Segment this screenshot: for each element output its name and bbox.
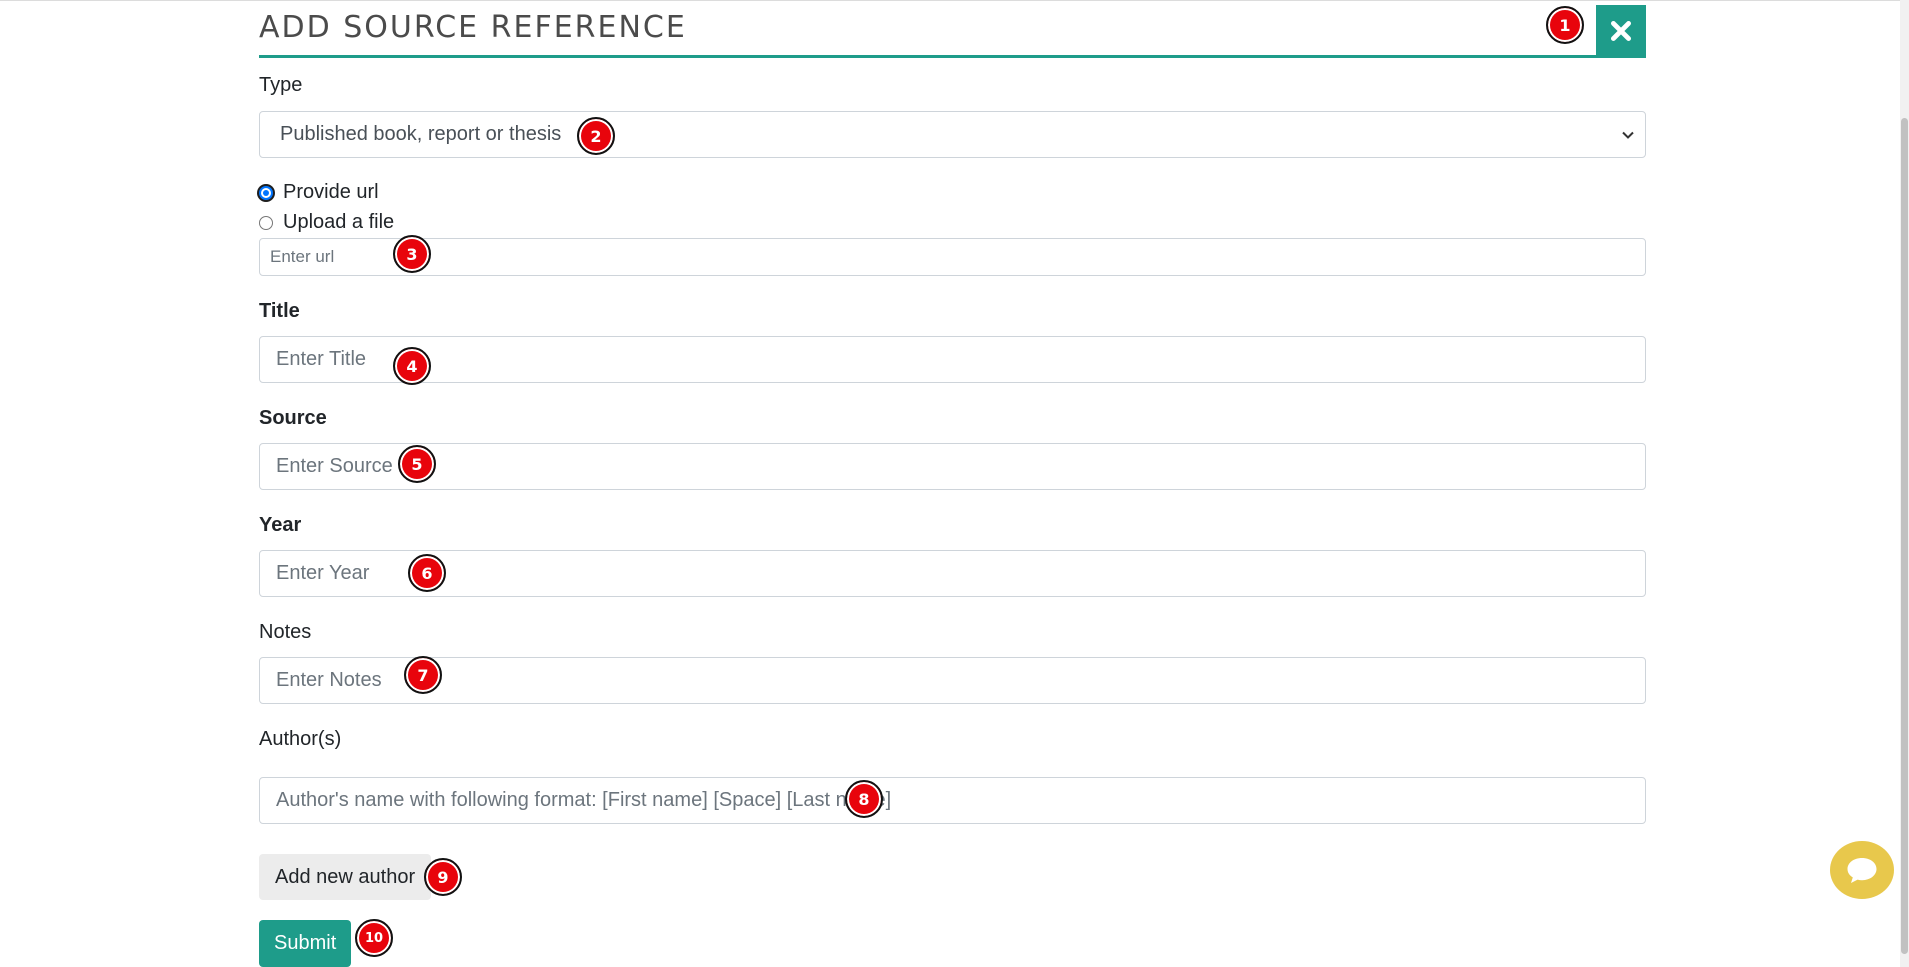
radio-upload-file[interactable]: Upload a file [259,211,394,234]
radio-upload-file-label: Upload a file [283,211,395,233]
type-label: Type [259,74,303,96]
annotation-badge: 7 [404,656,442,694]
radio-provide-url[interactable]: Provide url [259,181,379,204]
year-input[interactable] [259,550,1646,597]
source-label: Source [259,407,327,429]
author-name-input[interactable] [259,777,1646,824]
annotation-badge: 3 [393,235,431,273]
annotation-badge: 10 [355,919,393,957]
radio-button[interactable] [259,215,273,230]
chat-button[interactable] [1830,841,1894,899]
annotation-badge: 4 [393,347,431,385]
annotation-badge: 2 [577,117,615,155]
radio-button-checked[interactable] [259,185,273,200]
type-select[interactable]: Published book, report or thesis [259,111,1646,158]
add-new-author-button[interactable]: Add new author [259,854,432,900]
annotation-badge: 8 [845,780,883,818]
authors-label: Author(s) [259,728,342,750]
modal-header: ADD SOURCE REFERENCE [259,0,1646,58]
close-button[interactable] [1596,5,1646,57]
notes-label: Notes [259,621,312,643]
annotation-badge: 1 [1546,6,1584,44]
chat-bubble-icon [1847,858,1877,883]
source-input[interactable] [259,443,1646,490]
annotation-badge: 9 [424,858,462,896]
title-label: Title [259,300,300,322]
add-source-reference-modal: ADD SOURCE REFERENCE Type Published book… [259,0,1646,967]
annotation-badge: 5 [398,445,436,483]
close-icon [1610,20,1632,42]
type-select-value: Published book, report or thesis [280,123,562,145]
scrollbar-thumb[interactable] [1901,118,1908,954]
chevron-down-icon [1622,131,1634,139]
year-label: Year [259,514,302,536]
title-input[interactable] [259,336,1646,383]
radio-provide-url-label: Provide url [283,181,379,203]
notes-input[interactable] [259,657,1646,704]
annotation-badge: 6 [408,554,446,592]
modal-title: ADD SOURCE REFERENCE [259,10,687,45]
submit-button[interactable]: Submit [259,920,352,967]
url-input[interactable] [259,238,1646,276]
scrollbar[interactable] [1900,0,1909,967]
